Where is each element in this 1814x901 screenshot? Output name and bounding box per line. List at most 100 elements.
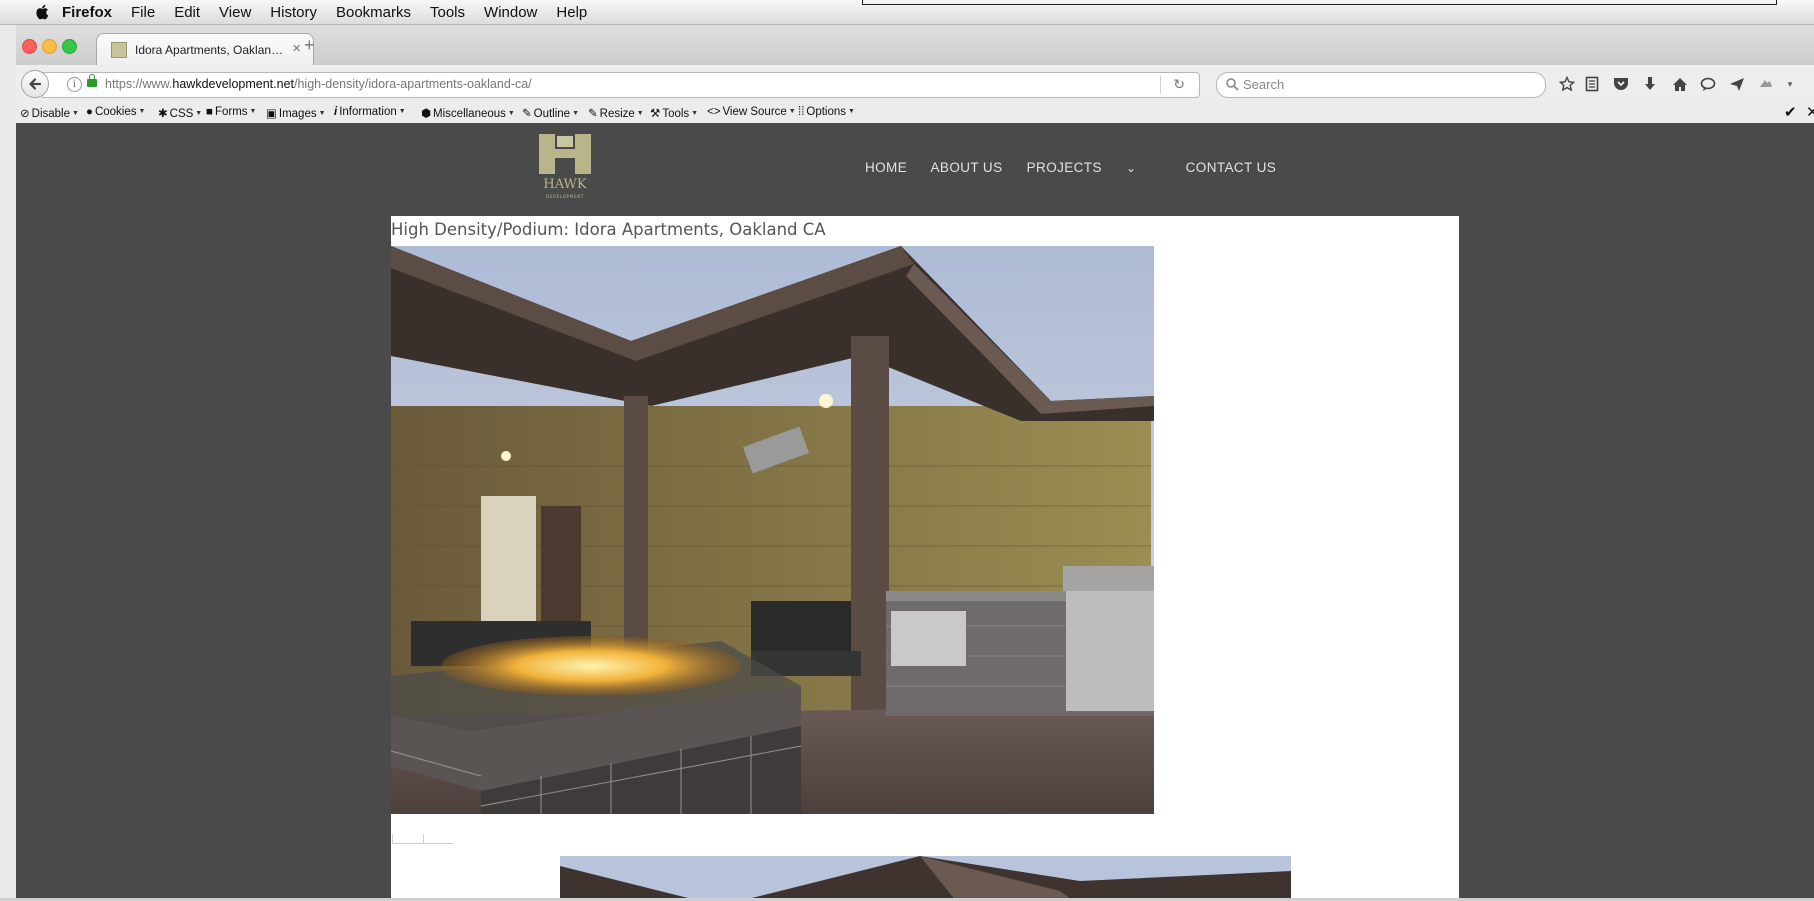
new-tab-button[interactable]: + (304, 35, 315, 56)
devbar-information[interactable]: i Information ▼ (334, 106, 406, 118)
overflow-menu-icon[interactable]: ▾ (1780, 74, 1800, 94)
patio-photo-2[interactable] (560, 856, 1291, 901)
devbar-images[interactable]: ▣ Images ▼ (266, 106, 326, 120)
menu-help[interactable]: Help (556, 4, 587, 21)
back-arrow-icon (29, 78, 42, 90)
home-icon[interactable] (1670, 74, 1690, 94)
tab-close-icon[interactable]: × (292, 40, 301, 57)
site-favicon-icon (111, 42, 127, 58)
devbar-forms-label: Forms (214, 106, 248, 118)
url-path: /high-density/idora-apartments-oakland-c… (294, 77, 532, 91)
zoom-window-button[interactable] (62, 39, 77, 54)
back-button[interactable] (21, 70, 49, 98)
extension-icon[interactable] (1756, 74, 1776, 94)
info-icon: i (334, 106, 338, 118)
devbar-outline-label: Outline (533, 108, 571, 120)
tab-strip: Idora Apartments, Oaklan… × + (16, 25, 1814, 66)
gallery-pager[interactable] (392, 834, 453, 844)
logo-wordmark: HAWK (543, 177, 587, 192)
menu-app-firefox[interactable]: Firefox (62, 4, 112, 21)
wrench-icon: ⚒ (650, 108, 661, 120)
apple-icon[interactable] (34, 3, 52, 21)
code-brackets-icon: <> (707, 106, 721, 118)
menu-file[interactable]: File (131, 4, 155, 21)
menu-view[interactable]: View (219, 4, 251, 21)
menu-bookmarks[interactable]: Bookmarks (336, 4, 411, 21)
url-text[interactable]: https://www.hawkdevelopment.net/high-den… (105, 77, 532, 91)
reading-list-icon[interactable] (1582, 74, 1602, 94)
url-bar[interactable]: i https://www.hawkdevelopment.net/high-d… (42, 72, 1200, 98)
search-bar[interactable]: Search (1216, 72, 1546, 98)
patio-photo[interactable] (391, 246, 1154, 814)
menu-window[interactable]: Window (484, 4, 537, 21)
devbar-forms[interactable]: ■ Forms ▼ (206, 106, 256, 118)
devbar-tools-label: Tools (662, 108, 690, 120)
devbar-css-label: CSS (169, 108, 194, 120)
site-info-icon[interactable]: i (67, 77, 82, 92)
nav-projects-label: PROJECTS (1026, 160, 1102, 175)
devbar-resize-label: Resize (599, 108, 635, 120)
devbar-cookies-label: Cookies (94, 106, 137, 118)
url-host: hawkdevelopment.net (172, 77, 294, 91)
devbar-resize[interactable]: ✎ Resize ▼ (588, 106, 644, 120)
pencil-icon: ✎ (522, 108, 532, 120)
nav-home[interactable]: HOME (865, 160, 907, 175)
close-window-button[interactable] (22, 39, 37, 54)
close-toolbar-icon[interactable]: ✕ (1806, 103, 1814, 121)
devbar-options[interactable]: ⁞⁞ Options ▼ (798, 106, 855, 118)
send-icon[interactable] (1727, 74, 1747, 94)
devbar-tools[interactable]: ⚒ Tools ▼ (650, 106, 698, 120)
options-sliders-icon: ⁞⁞ (798, 106, 805, 118)
devbar-miscellaneous[interactable]: ⬢ Miscellaneous ▼ (421, 106, 515, 120)
bookmark-star-icon[interactable] (1557, 74, 1577, 94)
search-icon (1226, 78, 1239, 91)
tab-idora-apartments[interactable]: Idora Apartments, Oaklan… × (96, 33, 314, 66)
navigation-toolbar: i https://www.hawkdevelopment.net/high-d… (16, 65, 1814, 103)
nav-contact-us[interactable]: CONTACT US (1186, 160, 1277, 175)
hawk-development-logo[interactable]: HAWK DEVELOPMENT (537, 132, 593, 202)
devbar-information-label: Information (339, 106, 397, 118)
mac-menu-bar: Firefox File Edit View History Bookmarks… (0, 0, 1814, 25)
url-divider (1160, 76, 1161, 94)
menu-history[interactable]: History (270, 4, 317, 21)
chat-icon[interactable] (1698, 74, 1718, 94)
devbar-outline[interactable]: ✎ Outline ▼ (522, 106, 579, 120)
url-prefix: https://www. (105, 77, 173, 91)
devbar-view-source[interactable]: <> View Source ▼ (707, 106, 796, 118)
person-icon: ● (86, 106, 93, 118)
logo-subtext: DEVELOPMENT (546, 194, 584, 199)
menu-tools[interactable]: Tools (430, 4, 465, 21)
devbar-view-source-label: View Source (722, 106, 787, 118)
checkmark-icon[interactable]: ✔ (1784, 103, 1797, 121)
search-placeholder: Search (1243, 77, 1285, 92)
chevron-down-icon: ⌄ (1126, 161, 1137, 175)
image-icon: ▣ (266, 108, 277, 120)
web-page: HAWK DEVELOPMENT HOME ABOUT US PROJECTS … (16, 123, 1814, 901)
briefcase-icon: ■ (206, 106, 213, 118)
disable-icon: ⊘ (20, 108, 30, 120)
devbar-cookies[interactable]: ● Cookies ▼ (86, 106, 145, 118)
resize-pencil-icon: ✎ (588, 108, 598, 120)
menu-edit[interactable]: Edit (174, 4, 200, 21)
pocket-icon[interactable] (1611, 74, 1631, 94)
devbar-css[interactable]: ✱ CSS ▼ (158, 106, 202, 120)
tab-title: Idora Apartments, Oaklan… (135, 43, 284, 57)
site-navigation: HOME ABOUT US PROJECTS ⌄ CONTACT US (865, 160, 1296, 175)
devbar-disable[interactable]: ⊘ Disable ▼ (20, 106, 79, 120)
reload-icon[interactable]: ↻ (1173, 76, 1185, 93)
cube-icon: ⬢ (421, 108, 432, 120)
page-title: High Density/Podium: Idora Apartments, O… (391, 220, 826, 239)
nav-projects[interactable]: PROJECTS ⌄ (1027, 160, 1157, 175)
web-developer-toolbar: ⊘ Disable ▼ ● Cookies ▼ ✱ CSS ▼ ■ Forms ▼ ▣ Image… (16, 102, 1814, 124)
devbar-options-label: Options (806, 106, 847, 118)
minimize-window-button[interactable] (42, 39, 57, 54)
lock-icon (87, 74, 97, 87)
menubar-overlay-frame (862, 0, 1777, 5)
magic-wand-icon: ✱ (158, 108, 168, 120)
devbar-disable-label: Disable (31, 108, 70, 120)
devbar-miscellaneous-label: Miscellaneous (433, 108, 506, 120)
devbar-images-label: Images (278, 108, 317, 120)
download-icon[interactable] (1640, 74, 1660, 94)
nav-about-us[interactable]: ABOUT US (931, 160, 1003, 175)
content-panel: High Density/Podium: Idora Apartments, O… (391, 216, 1459, 901)
